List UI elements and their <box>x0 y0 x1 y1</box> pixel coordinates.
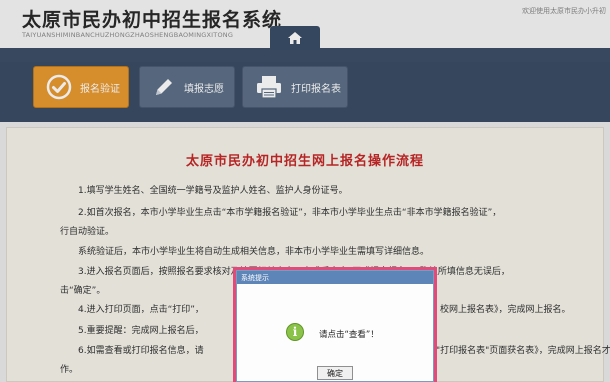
ok-button[interactable]: 确定 <box>317 366 353 380</box>
dialog-message: 请点击“查看”！ <box>319 330 379 340</box>
dialog-body: i 请点击“查看”！ <box>237 284 433 366</box>
dialog-titlebar[interactable]: 系统提示 <box>237 271 433 284</box>
dialog-title: 系统提示 <box>241 273 269 282</box>
system-alert-dialog: 系统提示 i 请点击“查看”！ 确定 <box>236 270 434 382</box>
info-icon: i <box>286 323 304 341</box>
